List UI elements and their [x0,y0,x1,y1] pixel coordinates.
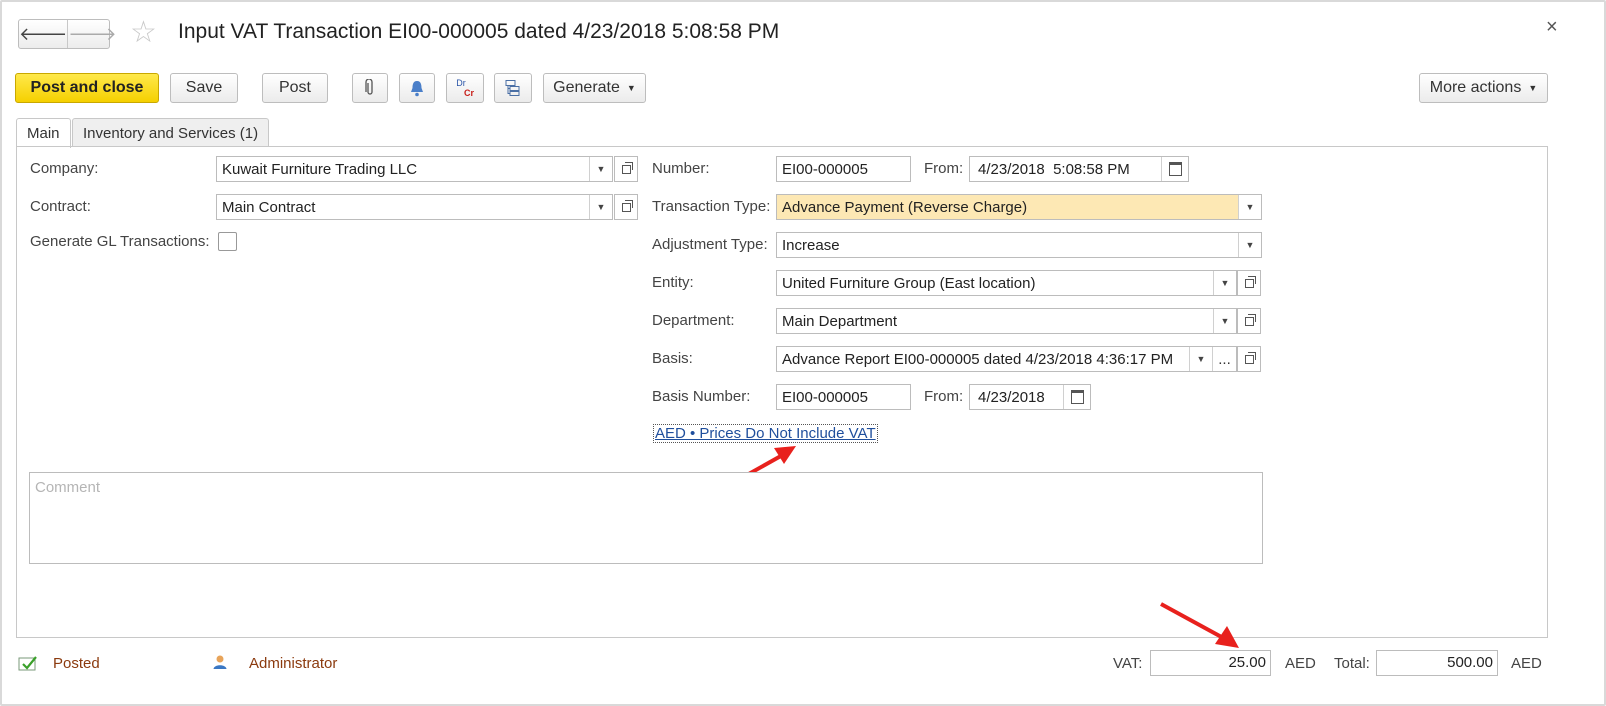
chevron-down-icon[interactable]: ▼ [1189,347,1212,371]
author-name: Administrator [249,655,338,672]
contract-field[interactable]: Main Contract ▼ [216,194,613,220]
basis-number-value: EI00-000005 [782,388,868,406]
window-title: Input VAT Transaction EI00-000005 dated … [178,20,780,43]
chevron-down-icon[interactable]: ▼ [1213,309,1236,333]
dr-label: Dr [456,78,466,88]
open-window-icon [621,199,633,212]
cr-label: Cr [463,88,474,98]
posted-status: Posted [53,655,100,672]
vat-amount-field: 25.00 [1150,650,1271,676]
attach-file-button[interactable] [352,73,388,103]
annotation-arrow-icon [1160,602,1239,648]
paperclip-icon [365,79,373,95]
basis-label: Basis: [652,350,693,367]
contract-value: Main Contract [222,198,316,216]
history-nav: 🡐 🡒 [18,19,117,49]
calendar-icon[interactable] [1161,157,1188,181]
basis-open-button[interactable] [1237,346,1261,372]
chevron-down-icon[interactable]: ▼ [589,195,612,219]
post-button[interactable]: Post [262,73,328,103]
tab-inventory-and-services[interactable]: Inventory and Services (1) [72,118,270,147]
total-currency: AED [1511,655,1542,672]
company-value: Kuwait Furniture Trading LLC [222,160,418,178]
more-actions-button[interactable]: More actions ▼ [1419,73,1548,103]
chevron-down-icon: ▼ [626,83,636,93]
basis-value: Advance Report EI00-000005 dated 4/23/20… [782,350,1174,368]
entity-label: Entity: [652,274,694,291]
open-window-icon [1244,351,1256,364]
basis-number-label: Basis Number: [652,388,751,405]
department-open-button[interactable] [1237,308,1261,334]
chevron-down-icon[interactable]: ▼ [589,157,612,181]
vat-currency: AED [1285,655,1316,672]
forward-button[interactable]: 🡒 [67,20,117,48]
adjustment-type-label: Adjustment Type: [652,236,768,253]
adjustment-type-value: Increase [782,236,840,254]
number-field[interactable]: EI00-000005 [776,156,911,182]
contract-label: Contract: [30,198,91,215]
chevron-down-icon[interactable]: ▼ [1213,271,1236,295]
comment-textarea[interactable]: Comment [29,472,1263,564]
entity-value: United Furniture Group (East location) [782,274,1036,292]
transaction-type-field[interactable]: Advance Payment (Reverse Charge) ▼ [776,194,1262,220]
calendar-icon[interactable] [1063,385,1090,409]
adjustment-type-field[interactable]: Increase ▼ [776,232,1262,258]
basis-from-label: From: [924,388,964,405]
post-and-close-button[interactable]: Post and close [15,73,159,103]
bell-icon [411,80,423,96]
generate-gl-label: Generate GL Transactions: [30,233,210,250]
generate-label: Generate [553,79,620,96]
total-amount-field: 500.00 [1376,650,1498,676]
number-value: EI00-000005 [782,160,868,178]
structure-button[interactable] [494,73,532,103]
total-label: Total: [1334,655,1370,672]
department-value: Main Department [782,312,898,330]
close-icon[interactable]: × [1546,16,1558,39]
open-window-icon [621,161,633,174]
save-button[interactable]: Save [170,73,238,103]
favorite-star-icon[interactable]: ☆ [130,18,157,48]
tab-main[interactable]: Main [16,118,71,148]
reminder-button[interactable] [399,73,435,103]
basis-select-button[interactable]: ... [1212,347,1236,371]
generate-button[interactable]: Generate ▼ [543,73,646,103]
entity-open-button[interactable] [1237,270,1261,296]
company-open-button[interactable] [614,156,638,182]
number-label: Number: [652,160,710,177]
contract-open-button[interactable] [614,194,638,220]
department-field[interactable]: Main Department ▼ [776,308,1237,334]
from-label: From: [924,160,964,177]
posted-document-icon [18,656,37,671]
more-actions-label: More actions [1429,79,1522,96]
hierarchy-icon [505,80,520,96]
basis-number-field[interactable]: EI00-000005 [776,384,911,410]
transaction-type-label: Transaction Type: [652,198,771,215]
date-field[interactable]: 4/23/2018 5:08:58 PM [969,156,1189,182]
open-window-icon [1244,313,1256,326]
dr-cr-button[interactable]: Dr Cr [446,73,484,103]
basis-date-value: 4/23/2018 [978,388,1045,406]
company-field[interactable]: Kuwait Furniture Trading LLC ▼ [216,156,613,182]
transaction-type-value: Advance Payment (Reverse Charge) [782,198,1028,216]
department-label: Department: [652,312,735,329]
user-icon [213,655,227,669]
basis-date-field[interactable]: 4/23/2018 [969,384,1091,410]
vat-label: VAT: [1113,655,1143,672]
chevron-down-icon: ▼ [1528,83,1538,93]
open-window-icon [1244,275,1256,288]
generate-gl-checkbox[interactable] [218,232,237,251]
entity-field[interactable]: United Furniture Group (East location) ▼ [776,270,1237,296]
back-button[interactable]: 🡐 [19,20,67,48]
chevron-down-icon[interactable]: ▼ [1238,195,1261,219]
chevron-down-icon[interactable]: ▼ [1238,233,1261,257]
basis-field[interactable]: Advance Report EI00-000005 dated 4/23/20… [776,346,1237,372]
date-value: 4/23/2018 5:08:58 PM [978,160,1130,178]
company-label: Company: [30,160,99,177]
